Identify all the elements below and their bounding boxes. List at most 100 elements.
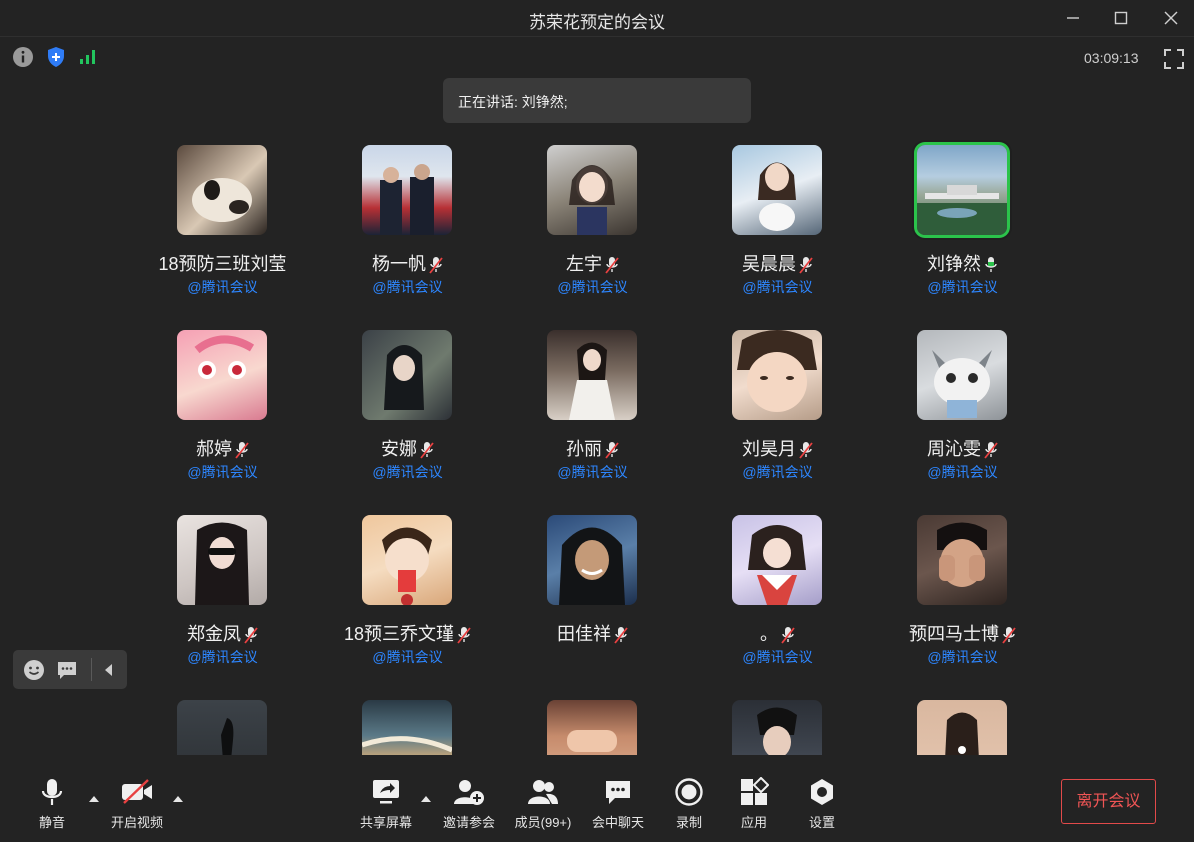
participant-name-row: 安娜 xyxy=(315,435,500,461)
apps-button[interactable]: 应用 xyxy=(716,776,792,831)
record-label: 录制 xyxy=(675,815,702,830)
mic-muted-icon xyxy=(984,442,998,459)
participant-tile[interactable]: 吴晨晨 @腾讯会议 xyxy=(685,140,870,310)
close-button[interactable] xyxy=(1156,4,1186,32)
participant-name: 周沁雯 xyxy=(927,439,981,459)
participant-tile[interactable] xyxy=(685,695,870,755)
participant-name: 田佳祥 xyxy=(557,624,611,644)
security-shield-icon[interactable] xyxy=(46,46,66,68)
participant-tile[interactable]: 预四马士博 @腾讯会议 xyxy=(870,510,1055,680)
window-title: 苏荣花预定的会议 xyxy=(529,13,665,32)
avatar xyxy=(732,330,822,420)
avatar xyxy=(547,700,637,755)
share-options-caret[interactable] xyxy=(421,796,431,802)
avatar xyxy=(917,515,1007,605)
participant-tile[interactable]: 郑金凤 @腾讯会议 xyxy=(130,510,315,680)
participant-name-row: 刘昊月 xyxy=(685,435,870,461)
participant-name: 左宇 xyxy=(566,254,602,274)
avatar xyxy=(547,145,637,235)
collapse-left-icon[interactable] xyxy=(103,663,115,677)
participant-name: 杨一帆 xyxy=(372,254,426,274)
participant-tile[interactable]: 田佳祥 xyxy=(500,510,685,680)
participant-name: 预四马士博 xyxy=(909,624,999,644)
members-icon xyxy=(528,780,558,804)
members-label: 成员(99+) xyxy=(514,815,572,830)
settings-button[interactable]: 设置 xyxy=(784,776,860,831)
participant-tile[interactable]: 刘铮然 @腾讯会议 xyxy=(870,140,1055,310)
chat-icon xyxy=(606,781,630,804)
microphone-icon xyxy=(41,779,63,805)
participant-name-row: 吴晨晨 xyxy=(685,250,870,276)
mute-button[interactable]: 静音 xyxy=(14,776,90,831)
emoji-icon[interactable] xyxy=(23,659,45,681)
title-bar: 苏荣花预定的会议 xyxy=(0,0,1194,37)
avatar xyxy=(362,330,452,420)
participant-tile[interactable] xyxy=(870,695,1055,755)
participant-tile[interactable]: 刘昊月 @腾讯会议 xyxy=(685,325,870,495)
participant-source: @腾讯会议 xyxy=(557,464,628,480)
participant-source: @腾讯会议 xyxy=(372,464,443,480)
avatar xyxy=(547,515,637,605)
leave-meeting-button[interactable]: 离开会议 xyxy=(1061,779,1156,824)
avatar xyxy=(177,515,267,605)
mic-muted-icon xyxy=(605,257,619,274)
mute-options-caret[interactable] xyxy=(89,796,99,802)
participant-source: @腾讯会议 xyxy=(372,649,443,665)
video-off-icon xyxy=(122,779,152,804)
maximize-icon xyxy=(1114,11,1128,25)
participant-name-row: 杨一帆 xyxy=(315,250,500,276)
participant-source: @腾讯会议 xyxy=(372,279,443,295)
participant-tile[interactable]: 杨一帆 @腾讯会议 xyxy=(315,140,500,310)
mic-muted-icon xyxy=(420,442,434,459)
participant-tile[interactable]: 左宇 @腾讯会议 xyxy=(500,140,685,310)
avatar xyxy=(917,330,1007,420)
status-icons xyxy=(12,46,98,68)
chat-bubble-icon[interactable] xyxy=(56,659,78,681)
members-button[interactable]: 成员(99+) xyxy=(505,776,581,831)
meeting-toolbar: 静音 开启视频 共享屏幕 邀请参会 成员(99+) 会中聊天 录制 应用 设置 … xyxy=(0,760,1194,842)
minimize-button[interactable] xyxy=(1058,4,1088,32)
mic-muted-icon xyxy=(781,627,795,644)
video-button[interactable]: 开启视频 xyxy=(99,776,175,831)
participant-tile[interactable]: 18预三乔文瑾 @腾讯会议 xyxy=(315,510,500,680)
mic-muted-icon xyxy=(457,627,471,644)
invite-button[interactable]: 邀请参会 xyxy=(431,776,507,831)
participant-tile[interactable] xyxy=(500,695,685,755)
mic-muted-icon xyxy=(1002,627,1016,644)
participant-name-row: 。 xyxy=(685,620,870,646)
participant-tile[interactable]: 。 @腾讯会议 xyxy=(685,510,870,680)
fullscreen-icon[interactable] xyxy=(1163,48,1185,70)
share-screen-button[interactable]: 共享屏幕 xyxy=(348,776,424,831)
minimize-icon xyxy=(1067,17,1079,19)
participant-name-row: 田佳祥 xyxy=(500,620,685,646)
participant-name-row: 18预三乔文瑾 xyxy=(315,620,500,646)
participant-name-row: 刘铮然 xyxy=(870,250,1055,276)
add-user-icon xyxy=(454,780,484,805)
participant-tile[interactable]: 安娜 @腾讯会议 xyxy=(315,325,500,495)
participant-tile[interactable]: 孙丽 @腾讯会议 xyxy=(500,325,685,495)
signal-strength-icon[interactable] xyxy=(78,47,98,67)
maximize-button[interactable] xyxy=(1106,4,1136,32)
mic-muted-icon xyxy=(429,257,443,274)
avatar xyxy=(732,700,822,755)
participant-source: @腾讯会议 xyxy=(742,649,813,665)
participant-tile[interactable]: 郝婷 @腾讯会议 xyxy=(130,325,315,495)
participant-name: 吴晨晨 xyxy=(742,254,796,274)
avatar xyxy=(177,700,267,755)
participant-source: @腾讯会议 xyxy=(742,464,813,480)
participant-source: @腾讯会议 xyxy=(187,464,258,480)
participant-tile[interactable]: 周沁雯 @腾讯会议 xyxy=(870,325,1055,495)
participant-tile[interactable] xyxy=(130,695,315,755)
info-icon[interactable] xyxy=(12,46,34,68)
participant-name-row: 预四马士博 xyxy=(870,620,1055,646)
participant-name: 。 xyxy=(760,624,778,644)
participant-source: @腾讯会议 xyxy=(927,464,998,480)
mic-muted-icon xyxy=(605,442,619,459)
video-options-caret[interactable] xyxy=(173,796,183,802)
participant-tile[interactable]: 18预防三班刘莹 @腾讯会议 xyxy=(130,140,315,310)
mic-muted-icon xyxy=(244,627,258,644)
chat-button[interactable]: 会中聊天 xyxy=(580,776,656,831)
settings-label: 设置 xyxy=(808,815,835,830)
avatar xyxy=(732,145,822,235)
participant-tile[interactable] xyxy=(315,695,500,755)
